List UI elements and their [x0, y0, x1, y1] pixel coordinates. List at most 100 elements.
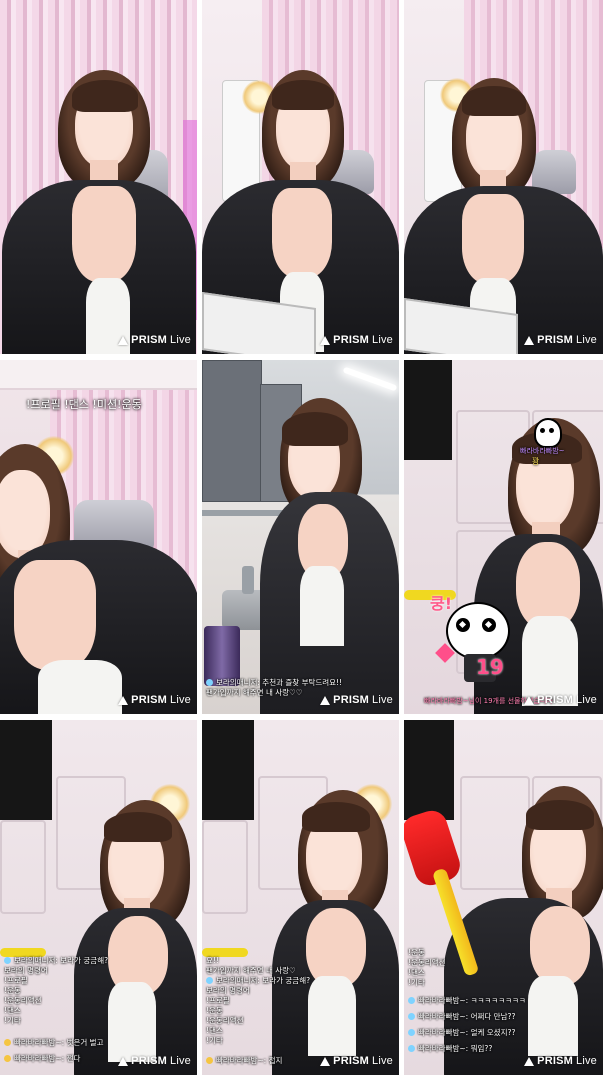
chat-overlay: 요!! 팬가입까지 해주면 내 사랑♡ 보라의매니저: 보라가 궁금해? 보라의… [206, 956, 310, 1066]
prism-live-watermark: PRISM Live [320, 1055, 393, 1067]
panda-mascot-icon [446, 602, 510, 660]
watermark-suffix: Live [170, 1055, 191, 1067]
chat-message: !운동리액션 [206, 1016, 244, 1025]
chat-message: 보라의매니저: 보라가 궁금해? [4, 956, 108, 966]
watermark-brand: PRISM [537, 694, 574, 706]
stream-frame-3: PRISM Live [404, 0, 603, 354]
watermark-brand: PRISM [131, 334, 168, 346]
chat-overlay: 보라의매니저: 보라가 궁금해? 보라의 명령어 !프로필 !운동 !운동리액션… [4, 956, 108, 1064]
chat-message: 보라의매니저: 추천과 즐찾 부탁드려요!! [206, 678, 342, 688]
chat-badge-icon [408, 1029, 415, 1036]
chat-message: 빠라바라빠밤~: 접지 [206, 1056, 310, 1066]
stream-frame-1: PRISM Live [0, 0, 197, 354]
watermark-brand: PRISM [333, 694, 370, 706]
effect-count: 19 [476, 655, 504, 679]
effect-word: 쿵! [430, 594, 453, 613]
watermark-brand: PRISM [333, 1055, 370, 1067]
chat-message: !기타 [4, 1016, 21, 1025]
chat-spacer [408, 988, 526, 996]
stream-frame-4: !프로필 !댄스 !미션!운동 PRISM Live [0, 360, 197, 714]
prism-logo-icon [118, 695, 129, 705]
stream-frame-5: 보라의매니저: 추천과 즐찾 부탁드려요!! 팬가입까지 해주면 내 사랑♡♡ … [202, 360, 399, 714]
chat-message: !댄스 [408, 968, 425, 977]
chat-message: 빠라바라빠밤~: ㅋㅋㅋㅋㅋㅋㅋㅋ [408, 996, 526, 1006]
watermark-suffix: Live [576, 334, 597, 346]
watermark-brand: PRISM [131, 1055, 168, 1067]
chat-message: !운동 [408, 948, 425, 957]
watermark-suffix: Live [170, 694, 191, 706]
chat-message: !프로필 [4, 976, 28, 985]
prism-logo-icon [524, 695, 535, 705]
bedroom-scene [202, 0, 399, 354]
chat-message: 빠라바라빠밤~: 얼케 오셨지?? [408, 1028, 526, 1038]
watermark-suffix: Live [576, 694, 597, 706]
chat-message: !운동리액션 [4, 996, 42, 1005]
prism-logo-icon [524, 1056, 535, 1066]
bedroom-scene [404, 0, 603, 354]
chat-message: !기타 [206, 1036, 223, 1045]
chat-badge-icon [4, 957, 11, 964]
watermark-suffix: Live [372, 334, 393, 346]
chat-message: !댄스 [4, 1006, 21, 1015]
watermark-brand: PRISM [537, 1055, 574, 1067]
donor-name: 빠라바라빠밤~ [520, 447, 565, 455]
chat-overlay: !운동 !운동리액션 !댄스 !기타 빠라바라빠밤~: ㅋㅋㅋㅋㅋㅋㅋㅋ 빠라바… [408, 948, 526, 1054]
chat-message: !운동 [4, 986, 21, 995]
chat-message: 빠라바라빠밤~: 어쩌다 만남?? [408, 1012, 526, 1022]
prism-live-watermark: PRISM Live [118, 694, 191, 706]
watermark-suffix: Live [170, 334, 191, 346]
chat-spacer [4, 1026, 108, 1038]
chat-spacer [206, 1046, 310, 1056]
stream-frame-2: PRISM Live [202, 0, 399, 354]
donor-tag: 꽝 [532, 457, 540, 466]
chat-message: !운동리액션 [408, 958, 446, 967]
stream-frame-7: 보라의매니저: 보라가 궁금해? 보라의 명령어 !프로필 !운동 !운동리액션… [0, 720, 197, 1075]
chat-message: !기타 [408, 978, 425, 987]
chat-badge-icon [206, 679, 213, 686]
chat-badge-icon [408, 997, 415, 1004]
watermark-suffix: Live [372, 1055, 393, 1067]
chat-message: !운동 [206, 1006, 223, 1015]
prism-live-watermark: PRISM Live [320, 334, 393, 346]
prism-logo-icon [524, 335, 535, 345]
prism-logo-icon [320, 335, 331, 345]
chat-badge-icon [408, 1013, 415, 1020]
chat-badge-icon [4, 1039, 11, 1046]
chat-badge-icon [206, 977, 213, 984]
skull-sticker-icon [534, 418, 562, 448]
watermark-brand: PRISM [333, 334, 370, 346]
chat-message: 팬가입까지 해주면 내 사랑♡ [206, 966, 296, 975]
chat-message: 보라의매니저: 보라가 궁금해? [206, 976, 310, 986]
chat-badge-icon [408, 1045, 415, 1052]
chat-message: 빠라바라빠밤~: 뭐임?? [408, 1044, 526, 1054]
prism-live-watermark: PRISM Live [524, 694, 597, 706]
bedroom-scene [0, 360, 197, 714]
chat-message: 보라의 명령어 [4, 966, 48, 975]
watermark-brand: PRISM [131, 694, 168, 706]
chat-badge-icon [206, 1057, 213, 1064]
bedroom-scene [0, 0, 197, 354]
stream-frame-8: 요!! 팬가입까지 해주면 내 사랑♡ 보라의매니저: 보라가 궁금해? 보라의… [202, 720, 399, 1075]
prism-logo-icon [320, 1056, 331, 1066]
chat-message: 빠라바라빠밤~: 쩐다 [4, 1054, 108, 1064]
prism-live-watermark: PRISM Live [320, 694, 393, 706]
watermark-suffix: Live [576, 1055, 597, 1067]
command-banner: !프로필 !댄스 !미션!운동 [26, 398, 142, 411]
prism-live-watermark: PRISM Live [118, 334, 191, 346]
prism-live-watermark: PRISM Live [118, 1055, 191, 1067]
chat-message: 요!! [206, 956, 219, 965]
prism-live-watermark: PRISM Live [524, 1055, 597, 1067]
chat-message: !댄스 [206, 1026, 223, 1035]
prism-logo-icon [320, 695, 331, 705]
chat-badge-icon [4, 1055, 11, 1062]
stream-frame-6: 빠라바라빠밤~ 꽝 쿵! 19 빠라바라빠밤~님이 19개를 선물하셨습니다! … [404, 360, 603, 714]
chat-message: !프로필 [206, 996, 230, 1005]
prism-logo-icon [118, 335, 129, 345]
chat-message: 빠라바라빠밤~: 벗은거 벌고 [4, 1038, 108, 1048]
prism-logo-icon [118, 1056, 129, 1066]
watermark-brand: PRISM [537, 334, 574, 346]
stream-frame-9: !운동 !운동리액션 !댄스 !기타 빠라바라빠밤~: ㅋㅋㅋㅋㅋㅋㅋㅋ 빠라바… [404, 720, 603, 1075]
chat-message: 보라의 명령어 [206, 986, 250, 995]
stream-collage: PRISM Live PRISM Live PRISM Live !프로필 !댄… [0, 0, 603, 1075]
prism-live-watermark: PRISM Live [524, 334, 597, 346]
